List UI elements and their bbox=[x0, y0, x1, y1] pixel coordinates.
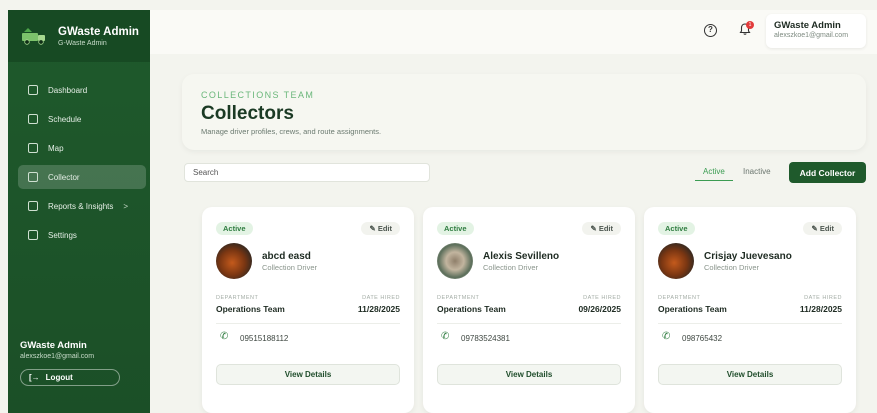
sidebar-user-email: alexszkoe1@gmail.com bbox=[20, 353, 95, 360]
tab-active[interactable]: Active bbox=[703, 167, 725, 176]
brand-title: GWaste Admin bbox=[58, 25, 139, 38]
user-menu[interactable]: GWaste Admin alexszkoe1@gmail.com bbox=[766, 14, 866, 48]
date-hired-label: DATE HIRED bbox=[362, 295, 400, 301]
help-icon[interactable]: ? bbox=[704, 24, 717, 37]
edit-button[interactable]: ✎ Edit bbox=[361, 222, 400, 235]
department-label: DEPARTMENT bbox=[437, 295, 480, 301]
sidebar-item-dashboard[interactable]: Dashboard bbox=[18, 78, 146, 102]
user-name: GWaste Admin bbox=[774, 20, 841, 31]
department-value: Operations Team bbox=[437, 304, 506, 314]
sidebar-nav: Dashboard Schedule Map Collector Reports… bbox=[18, 78, 146, 252]
department-label: DEPARTMENT bbox=[658, 295, 701, 301]
collector-card: Active ✎ Edit abcd easd Collection Drive… bbox=[202, 207, 414, 413]
sidebar-item-label: Settings bbox=[48, 230, 77, 240]
bell-icon[interactable]: 1 bbox=[738, 21, 754, 38]
phone-number: 09515188112 bbox=[240, 334, 289, 343]
search-input[interactable] bbox=[184, 163, 430, 182]
sidebar: GWaste Admin G-Waste Admin Dashboard Sch… bbox=[8, 10, 150, 413]
department-value: Operations Team bbox=[216, 304, 285, 314]
sidebar-user-name: GWaste Admin bbox=[20, 340, 87, 351]
sidebar-item-collector[interactable]: Collector bbox=[18, 165, 146, 189]
date-hired-value: 11/28/2025 bbox=[799, 304, 842, 314]
report-icon bbox=[28, 201, 38, 211]
sidebar-item-label: Dashboard bbox=[48, 85, 88, 95]
sidebar-item-settings[interactable]: Settings bbox=[18, 223, 146, 247]
edit-label: Edit bbox=[598, 224, 613, 233]
brand-subtitle: G-Waste Admin bbox=[58, 39, 107, 47]
phone-icon: ✆ bbox=[662, 331, 671, 342]
edit-icon: ✎ bbox=[590, 224, 599, 233]
date-hired-value: 09/26/2025 bbox=[578, 304, 621, 314]
notification-badge: 1 bbox=[746, 21, 754, 29]
avatar bbox=[658, 243, 694, 279]
edit-icon: ✎ bbox=[811, 224, 820, 233]
collector-name: abcd easd bbox=[262, 251, 311, 262]
collector-icon bbox=[28, 172, 38, 182]
edit-icon: ✎ bbox=[369, 224, 378, 233]
tab-inactive[interactable]: Inactive bbox=[743, 167, 771, 176]
page-eyebrow: COLLECTIONS TEAM bbox=[201, 90, 315, 100]
page-title: Collectors bbox=[201, 103, 294, 124]
gear-icon bbox=[28, 230, 38, 240]
date-hired-value: 11/28/2025 bbox=[357, 304, 400, 314]
logout-button[interactable]: [→ Logout bbox=[20, 369, 120, 386]
add-collector-button[interactable]: Add Collector bbox=[789, 162, 866, 183]
department-value: Operations Team bbox=[658, 304, 727, 314]
avatar bbox=[216, 243, 252, 279]
sidebar-item-map[interactable]: Map bbox=[18, 136, 146, 160]
dashboard-icon bbox=[28, 85, 38, 95]
phone-icon: ✆ bbox=[441, 331, 450, 342]
collector-name: Alexis Sevilleno bbox=[483, 251, 560, 262]
sidebar-item-schedule[interactable]: Schedule bbox=[18, 107, 146, 131]
sidebar-user: GWaste Admin alexszkoe1@gmail.com [→ Log… bbox=[20, 340, 144, 386]
edit-label: Edit bbox=[819, 224, 834, 233]
date-hired-label: DATE HIRED bbox=[804, 295, 842, 301]
calendar-icon bbox=[28, 114, 38, 124]
edit-label: Edit bbox=[377, 224, 392, 233]
divider bbox=[658, 323, 842, 324]
sidebar-item-label: Collector bbox=[48, 172, 80, 182]
garbage-truck-logo-icon bbox=[22, 28, 45, 45]
edit-button[interactable]: ✎ Edit bbox=[803, 222, 842, 235]
view-details-button[interactable]: View Details bbox=[437, 364, 621, 385]
phone-icon: ✆ bbox=[220, 331, 229, 342]
map-icon bbox=[28, 143, 38, 153]
divider bbox=[437, 323, 621, 324]
collector-name: Crisjay Juevesano bbox=[704, 251, 792, 262]
date-hired-label: DATE HIRED bbox=[583, 295, 621, 301]
tab-active-underline bbox=[695, 180, 733, 181]
view-details-button[interactable]: View Details bbox=[658, 364, 842, 385]
avatar bbox=[437, 243, 473, 279]
topbar: ? 1 GWaste Admin alexszkoe1@gmail.com bbox=[150, 10, 877, 54]
sidebar-item-reports[interactable]: Reports & Insights > bbox=[18, 194, 146, 218]
phone-number: 098765432 bbox=[682, 334, 723, 343]
collector-role: Collection Driver bbox=[483, 263, 539, 272]
collector-role: Collection Driver bbox=[704, 263, 760, 272]
sidebar-item-label: Map bbox=[48, 143, 64, 153]
logout-label: Logout bbox=[45, 373, 73, 382]
status-badge: Active bbox=[658, 222, 695, 235]
collector-card: Active ✎ Edit Crisjay Juevesano Collecti… bbox=[644, 207, 856, 413]
sidebar-item-label: Schedule bbox=[48, 114, 82, 124]
logout-icon: [→ bbox=[29, 373, 40, 382]
status-badge: Active bbox=[437, 222, 474, 235]
phone-number: 09783524381 bbox=[461, 334, 510, 343]
collector-role: Collection Driver bbox=[262, 263, 318, 272]
chevron-right-icon: > bbox=[123, 201, 129, 211]
page-header: COLLECTIONS TEAM Collectors Manage drive… bbox=[182, 74, 866, 150]
edit-button[interactable]: ✎ Edit bbox=[582, 222, 621, 235]
department-label: DEPARTMENT bbox=[216, 295, 259, 301]
brand[interactable]: GWaste Admin G-Waste Admin bbox=[8, 10, 150, 62]
user-email: alexszkoe1@gmail.com bbox=[774, 32, 849, 39]
collector-card: Active ✎ Edit Alexis Sevilleno Collectio… bbox=[423, 207, 635, 413]
status-badge: Active bbox=[216, 222, 253, 235]
divider bbox=[216, 323, 400, 324]
sidebar-item-label: Reports & Insights bbox=[48, 201, 114, 211]
page-subtitle: Manage driver profiles, crews, and route… bbox=[201, 127, 382, 136]
view-details-button[interactable]: View Details bbox=[216, 364, 400, 385]
